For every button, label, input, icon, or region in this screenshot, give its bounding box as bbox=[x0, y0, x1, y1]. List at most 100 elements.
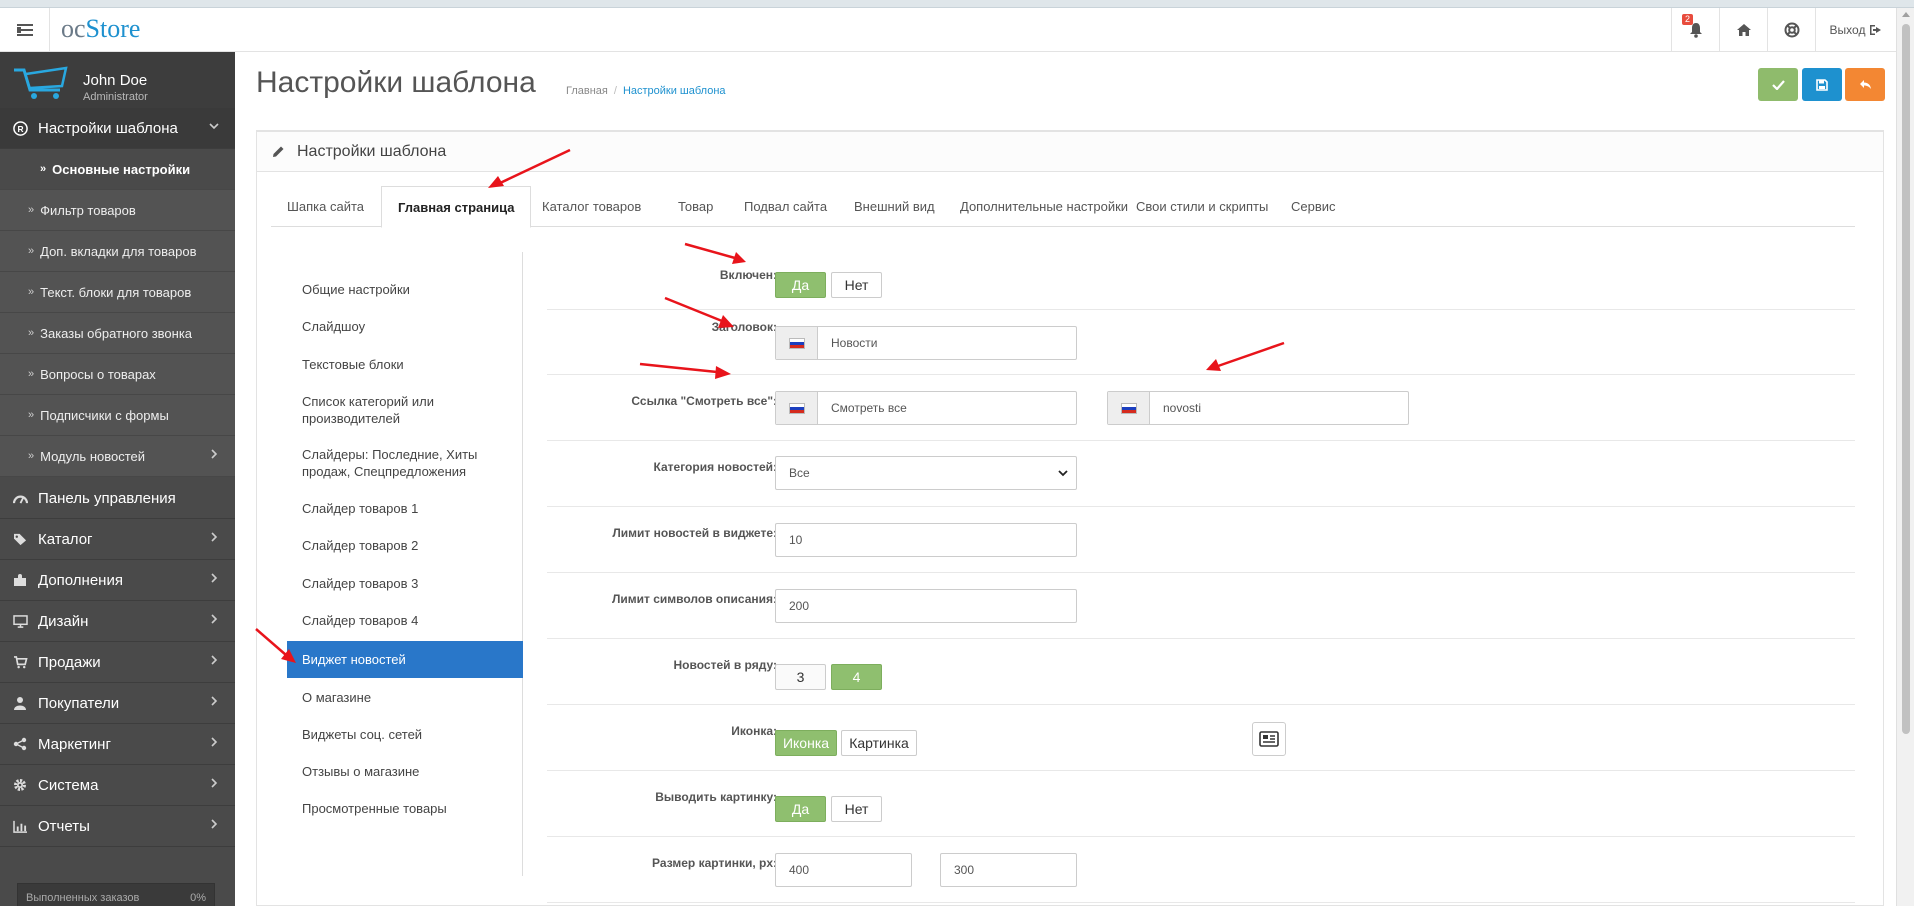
view-all-text-input[interactable]: Смотреть все bbox=[775, 391, 1077, 425]
nav-product-slider-4[interactable]: Слайдер товаров 4 bbox=[287, 609, 523, 631]
language-flag-ru bbox=[776, 392, 818, 424]
enabled-yes-toggle[interactable]: Да bbox=[775, 272, 826, 298]
hamburger-icon bbox=[16, 24, 33, 36]
settings-tabs: Шапка сайта Главная страница Каталог тов… bbox=[271, 186, 1855, 228]
sidebar-item-template-settings[interactable]: R Настройки шаблона bbox=[0, 108, 235, 149]
menu-toggle-button[interactable] bbox=[0, 8, 50, 52]
tab-custom-styles-scripts[interactable]: Свои стили и скрипты bbox=[1120, 186, 1284, 227]
sidebar-item-label: Продажи bbox=[38, 653, 101, 671]
heading-value: Новости bbox=[831, 336, 878, 350]
tab-additional-settings[interactable]: Дополнительные настройки bbox=[944, 186, 1144, 227]
sidebar-subitem-form-subscribers[interactable]: » Подписчики с формы bbox=[0, 395, 235, 436]
nav-news-widget[interactable]: Виджет новостей bbox=[287, 641, 523, 678]
breadcrumb: Главная / Настройки шаблона bbox=[566, 85, 726, 97]
logo-suffix: Store bbox=[85, 14, 141, 43]
completed-orders-progress: Выполненных заказов 0% bbox=[17, 883, 215, 906]
enabled-label: Включен: bbox=[719, 268, 777, 282]
logo[interactable]: ocStore bbox=[61, 14, 140, 44]
tab-product[interactable]: Товар bbox=[662, 186, 729, 227]
sign-out-icon bbox=[1870, 25, 1882, 35]
show-image-yes-toggle[interactable]: Да bbox=[775, 796, 826, 822]
chevron-right-icon bbox=[211, 778, 218, 788]
enabled-no-toggle[interactable]: Нет bbox=[831, 272, 882, 298]
row-news-limit: Лимит новостей в виджете: 10 bbox=[547, 507, 1855, 573]
sidebar-subitem-callback-orders[interactable]: » Заказы обратного звонка bbox=[0, 313, 235, 354]
page-scrollbar[interactable] bbox=[1896, 8, 1914, 906]
nav-category-list[interactable]: Список категорий или производителей bbox=[287, 391, 523, 429]
save-button[interactable] bbox=[1802, 68, 1842, 101]
per-row-4-toggle[interactable]: 4 bbox=[831, 664, 882, 690]
double-chevron-icon: » bbox=[28, 450, 35, 462]
nav-store-reviews[interactable]: Отзывы о магазине bbox=[287, 760, 523, 782]
image-width-input[interactable]: 400 bbox=[775, 853, 912, 887]
sidebar-item-label: Система bbox=[38, 776, 99, 794]
home-icon bbox=[1736, 24, 1751, 36]
breadcrumb-home[interactable]: Главная bbox=[566, 85, 608, 97]
nav-text-blocks[interactable]: Текстовые блоки bbox=[287, 353, 523, 375]
tab-appearance[interactable]: Внешний вид bbox=[838, 186, 951, 227]
tab-home-page[interactable]: Главная страница bbox=[381, 186, 532, 228]
image-height-input[interactable]: 300 bbox=[940, 853, 1077, 887]
profile[interactable]: John Doe Administrator bbox=[0, 52, 235, 108]
scroll-up-arrow-icon[interactable] bbox=[1902, 12, 1910, 17]
breadcrumb-current[interactable]: Настройки шаблона bbox=[623, 85, 726, 97]
row-icon: Иконка: Иконка Картинка bbox=[547, 705, 1855, 771]
sidebar-subitem-extra-tabs[interactable]: » Доп. вкладки для товаров bbox=[0, 231, 235, 272]
view-all-url-input[interactable]: novosti bbox=[1107, 391, 1409, 425]
language-flag-ru bbox=[776, 327, 818, 359]
sidebar-subitem-product-filter[interactable]: » Фильтр товаров bbox=[0, 190, 235, 231]
sidebar-item-customers[interactable]: Покупатели bbox=[0, 683, 235, 724]
tab-service[interactable]: Сервис bbox=[1275, 186, 1352, 227]
icon-type-image-toggle[interactable]: Картинка bbox=[841, 730, 917, 756]
nav-product-slider-2[interactable]: Слайдер товаров 2 bbox=[287, 534, 523, 556]
sidebar: John Doe Administrator R Настройки шабло… bbox=[0, 52, 235, 906]
sidebar-subitem-news-module[interactable]: » Модуль новостей bbox=[0, 436, 235, 477]
nav-product-slider-3[interactable]: Слайдер товаров 3 bbox=[287, 572, 523, 594]
heading-input[interactable]: Новости bbox=[775, 326, 1077, 360]
sidebar-item-sales[interactable]: Продажи bbox=[0, 642, 235, 683]
double-chevron-icon: » bbox=[40, 163, 47, 175]
panel-heading: Настройки шаблона bbox=[257, 132, 1883, 172]
desc-limit-input[interactable]: 200 bbox=[775, 589, 1077, 623]
nav-general-settings[interactable]: Общие настройки bbox=[287, 278, 523, 300]
notifications-button[interactable]: 2 bbox=[1671, 8, 1719, 52]
logout-button[interactable]: Выход bbox=[1815, 8, 1896, 52]
news-limit-input[interactable]: 10 bbox=[775, 523, 1077, 557]
back-button[interactable] bbox=[1845, 68, 1885, 101]
scroll-thumb[interactable] bbox=[1902, 24, 1910, 734]
support-button[interactable] bbox=[1767, 8, 1815, 52]
page-title: Настройки шаблона bbox=[256, 66, 536, 99]
sidebar-item-reports[interactable]: Отчеты bbox=[0, 806, 235, 847]
double-chevron-icon: » bbox=[28, 368, 35, 380]
save-and-stay-button[interactable] bbox=[1758, 68, 1798, 101]
sidebar-subitem-product-questions[interactable]: » Вопросы о товарах bbox=[0, 354, 235, 395]
show-image-no-toggle[interactable]: Нет bbox=[831, 796, 882, 822]
sidebar-subitem-label: Подписчики с формы bbox=[40, 407, 169, 423]
sidebar-item-system[interactable]: Система bbox=[0, 765, 235, 806]
per-row-3-toggle[interactable]: 3 bbox=[775, 664, 826, 690]
tab-footer[interactable]: Подвал сайта bbox=[728, 186, 843, 227]
sidebar-item-catalog[interactable]: Каталог bbox=[0, 519, 235, 560]
tab-product-catalog[interactable]: Каталог товаров bbox=[526, 186, 657, 227]
nav-product-slider-1[interactable]: Слайдер товаров 1 bbox=[287, 497, 523, 519]
nav-viewed-products[interactable]: Просмотренные товары bbox=[287, 797, 523, 819]
row-view-all-link: Ссылка "Смотреть все": Смотреть все novo… bbox=[547, 375, 1855, 441]
icon-type-icon-toggle[interactable]: Иконка bbox=[775, 730, 837, 756]
nav-slideshow[interactable]: Слайдшоу bbox=[287, 315, 523, 337]
sidebar-subitem-text-blocks[interactable]: » Текст. блоки для товаров bbox=[0, 272, 235, 313]
nav-about-store[interactable]: О магазине bbox=[287, 686, 523, 708]
sidebar-item-extensions[interactable]: Дополнения bbox=[0, 560, 235, 601]
sidebar-item-design[interactable]: Дизайн bbox=[0, 601, 235, 642]
nav-social-widgets[interactable]: Виджеты соц. сетей bbox=[287, 723, 523, 745]
sidebar-item-dashboard[interactable]: Панель управления bbox=[0, 478, 235, 519]
news-category-select[interactable]: Все bbox=[775, 456, 1077, 490]
nav-sliders-latest[interactable]: Слайдеры: Последние, Хиты продаж, Спецпр… bbox=[287, 444, 523, 482]
sidebar-subitem-main-settings[interactable]: » Основные настройки bbox=[0, 149, 235, 190]
row-show-image: Выводить картинку: Да Нет bbox=[547, 771, 1855, 837]
icon-picker-button[interactable] bbox=[1252, 722, 1286, 756]
header: ocStore 2 Выход bbox=[0, 8, 1896, 52]
tab-header[interactable]: Шапка сайта bbox=[271, 186, 380, 227]
sidebar-item-marketing[interactable]: Маркетинг bbox=[0, 724, 235, 765]
sidebar-item-label: Дизайн bbox=[38, 612, 89, 630]
home-button[interactable] bbox=[1719, 8, 1767, 52]
